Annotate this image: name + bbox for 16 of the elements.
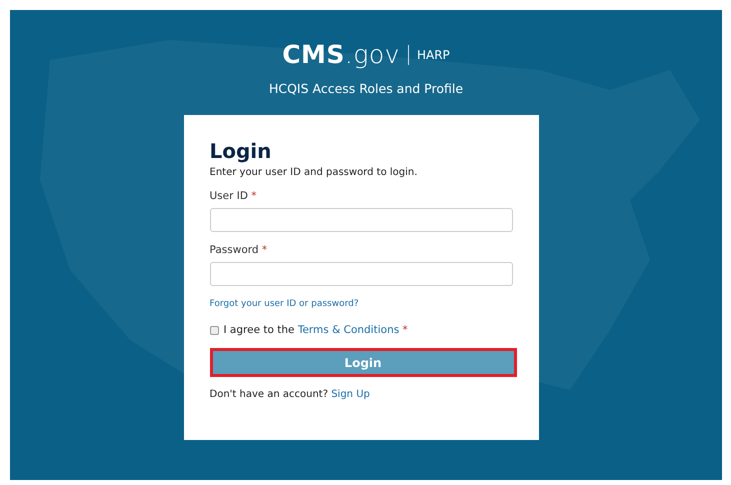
terms-link[interactable]: Terms & Conditions: [298, 324, 400, 336]
password-field[interactable]: [210, 262, 512, 286]
subtitle: HCQIS Access Roles and Profile: [268, 81, 464, 96]
login-button[interactable]: Login: [210, 348, 516, 377]
terms-checkbox[interactable]: [210, 326, 218, 334]
forgot-link[interactable]: Forgot your user ID or password?: [210, 299, 512, 309]
field-label: User ID *: [210, 190, 258, 202]
login-title: Login: [210, 139, 272, 163]
intro-text: Enter your user ID and password to login.: [210, 167, 418, 178]
cms-logo: CMS.gov: [282, 40, 400, 69]
signup-text: Don't have an account? Sign Up: [210, 389, 371, 400]
product-name: HARP: [416, 48, 450, 62]
user-id-field[interactable]: [210, 208, 512, 232]
field-label: Password *: [210, 244, 268, 256]
terms-text: I agree to the Terms & Conditions *: [224, 324, 408, 336]
signup-link[interactable]: Sign Up: [331, 389, 370, 400]
